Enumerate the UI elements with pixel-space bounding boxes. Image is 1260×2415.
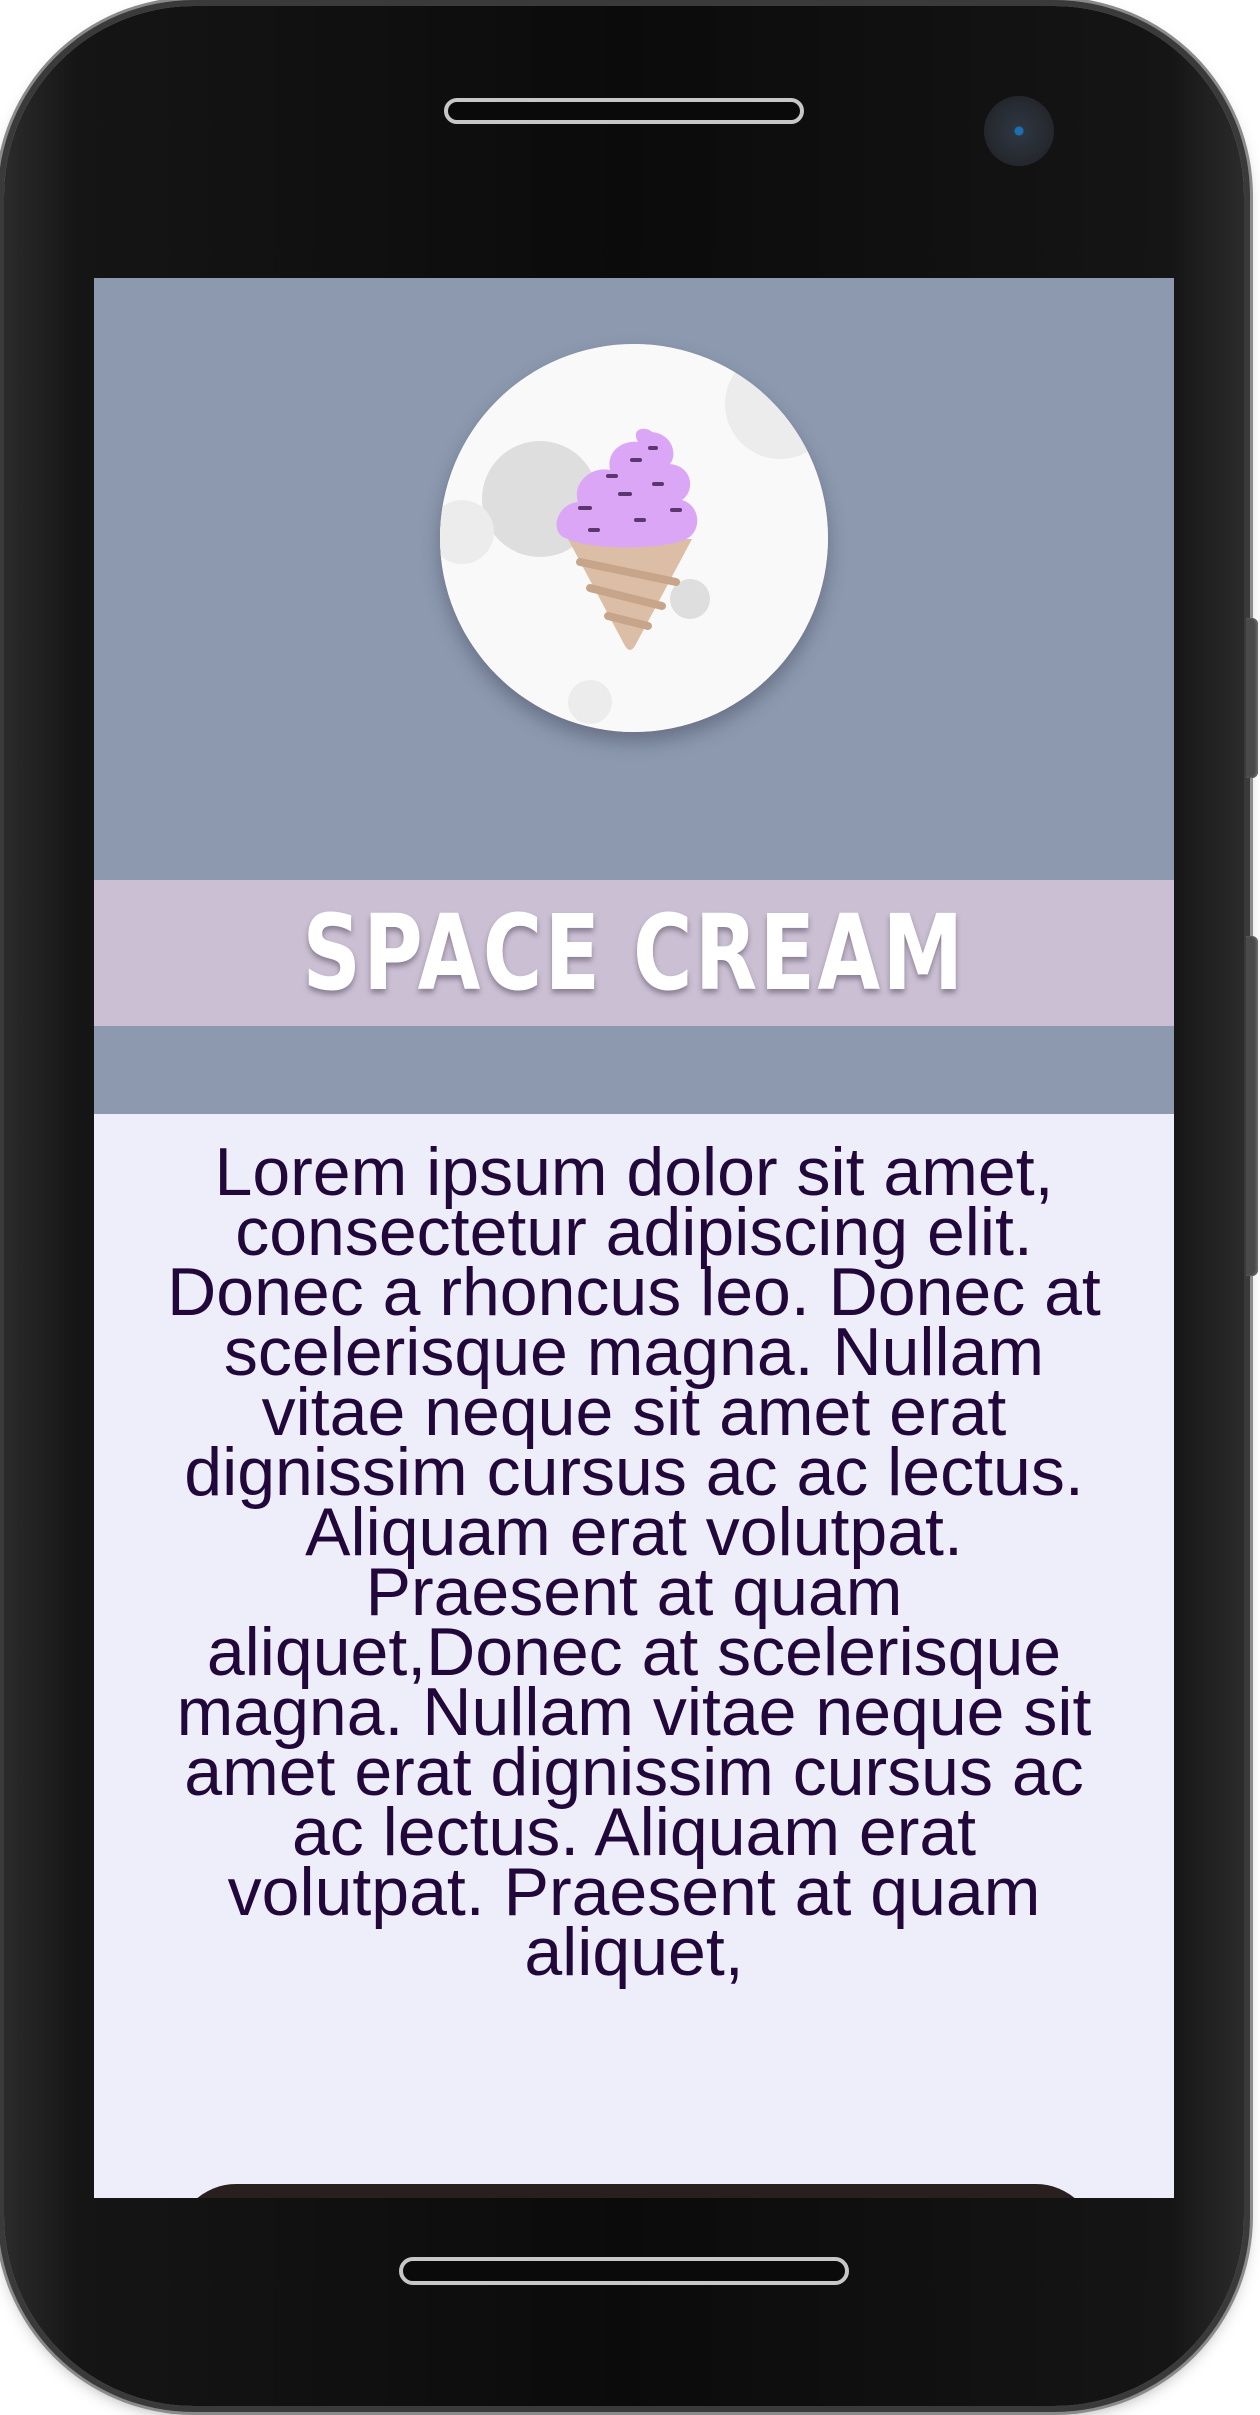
- app-title: SPACE CREAM: [302, 892, 966, 1014]
- volume-up-button[interactable]: [1246, 618, 1258, 778]
- phone-frame: SPACE CREAM Lorem ipsum dolor sit amet, …: [4, 6, 1258, 2406]
- app-screen: SPACE CREAM Lorem ipsum dolor sit amet, …: [94, 278, 1174, 2198]
- hero-header: SPACE CREAM: [94, 278, 1174, 1114]
- title-banner: SPACE CREAM: [94, 880, 1174, 1026]
- earpiece-speaker: [444, 98, 804, 124]
- front-camera: [984, 96, 1054, 166]
- power-button[interactable]: [1246, 936, 1258, 1276]
- next-section-preview: [176, 2184, 1096, 2198]
- description-text: Lorem ipsum dolor sit amet, consectetur …: [167, 1134, 1101, 1990]
- home-bar[interactable]: [399, 2257, 849, 2285]
- ice-cream-moon-icon: [440, 344, 828, 732]
